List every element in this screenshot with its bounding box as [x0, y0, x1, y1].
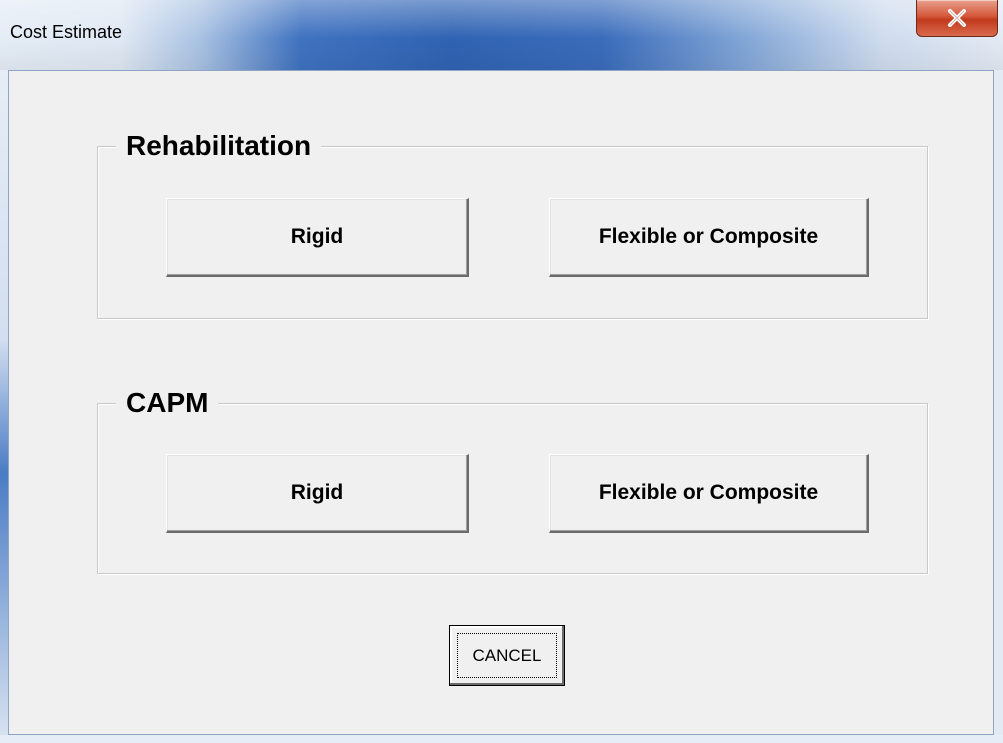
cancel-button[interactable]: CANCEL — [449, 625, 565, 686]
close-icon — [948, 9, 966, 27]
rehabilitation-flexible-button[interactable]: Flexible or Composite — [549, 198, 869, 277]
window-frame-right — [994, 70, 1003, 743]
capm-flexible-button[interactable]: Flexible or Composite — [549, 454, 869, 533]
cost-estimate-dialog: Cost Estimate Rehabilitation Rigid Flexi… — [0, 0, 1003, 743]
window-frame-bottom — [0, 735, 1003, 743]
rehabilitation-rigid-label: Rigid — [290, 225, 344, 248]
capm-flexible-label: Flexible or Composite — [598, 481, 819, 504]
close-button[interactable] — [916, 0, 998, 37]
window-title: Cost Estimate — [10, 22, 123, 42]
capm-group-label: CAPM — [116, 385, 219, 421]
rehabilitation-group-label: Rehabilitation — [116, 128, 322, 164]
title-bar[interactable]: Cost Estimate — [0, 0, 1003, 70]
title-bar-gloss — [0, 0, 1003, 70]
rehabilitation-flexible-label: Flexible or Composite — [598, 225, 819, 248]
rehabilitation-rigid-button[interactable]: Rigid — [166, 198, 469, 277]
capm-rigid-button[interactable]: Rigid — [166, 454, 469, 533]
capm-rigid-label: Rigid — [290, 481, 344, 504]
window-frame-left — [0, 70, 8, 743]
cancel-label: CANCEL — [472, 645, 542, 665]
